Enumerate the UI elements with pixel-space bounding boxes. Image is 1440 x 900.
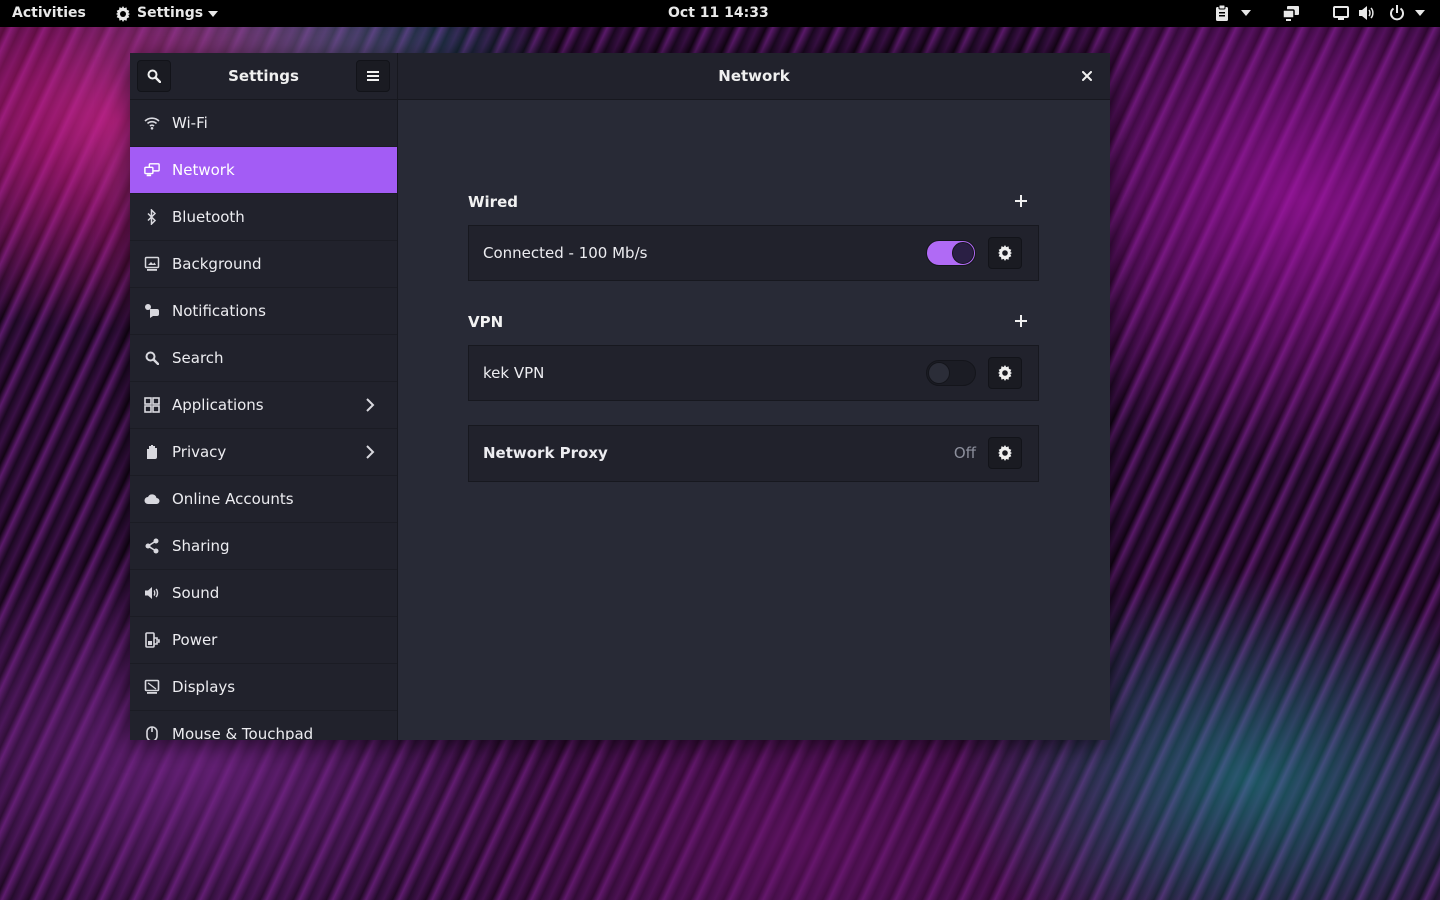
sidebar-item-bluetooth[interactable]: Bluetooth [130, 194, 397, 241]
sidebar-item-label: Network [172, 161, 235, 179]
gear-icon [997, 365, 1013, 381]
plus-icon [1015, 195, 1027, 207]
gear-icon [115, 5, 131, 22]
sidebar-item-label: Online Accounts [172, 490, 294, 508]
sidebar-item-power[interactable]: Power [130, 617, 397, 664]
sidebar-item-mouse-touchpad[interactable]: Mouse & Touchpad [130, 711, 397, 740]
vpn-settings-button[interactable] [988, 357, 1022, 389]
sidebar-item-label: Power [172, 631, 218, 649]
network-proxy-settings-button[interactable] [988, 437, 1022, 469]
caret-down-icon[interactable] [1240, 5, 1252, 21]
caret-down-icon [208, 10, 219, 17]
sidebar-item-displays[interactable]: Displays [130, 664, 397, 711]
sidebar-item-label: Displays [172, 678, 236, 696]
sidebar-item-label: Mouse & Touchpad [172, 725, 314, 740]
wired-section-title: Wired [468, 193, 518, 211]
chevron-right-icon [365, 444, 379, 460]
sidebar-item-label: Privacy [172, 443, 227, 461]
notifications-icon [144, 303, 160, 319]
gear-icon [997, 245, 1013, 261]
wired-connection-row: Connected - 100 Mb/s [468, 225, 1039, 281]
sidebar-item-label: Notifications [172, 302, 266, 320]
sidebar-item-label: Sharing [172, 537, 230, 555]
close-button[interactable] [1074, 66, 1100, 86]
network-proxy-status: Off [953, 444, 976, 462]
main-menu-button[interactable] [356, 60, 390, 92]
vpn-connection-row: kek VPN [468, 345, 1039, 401]
header-bar: Settings Network [130, 53, 1110, 100]
close-icon [1082, 71, 1092, 81]
display-icon [144, 679, 160, 695]
sidebar-item-label: Background [172, 255, 262, 273]
sidebar-item-background[interactable]: Background [130, 241, 397, 288]
plus-icon [1015, 315, 1027, 327]
sidebar-item-label: Search [172, 349, 224, 367]
wired-settings-button[interactable] [988, 237, 1022, 269]
wifi-icon [144, 115, 160, 131]
volume-icon[interactable] [1358, 5, 1376, 21]
toggle-knob [928, 362, 950, 384]
sidebar-header: Settings [130, 53, 398, 99]
sidebar-item-sound[interactable]: Sound [130, 570, 397, 617]
network-proxy-label: Network Proxy [483, 444, 608, 462]
vpn-section-title: VPN [468, 313, 504, 331]
power-icon[interactable] [1388, 5, 1406, 21]
sidebar: Wi-Fi Network Bluetooth Background Notif… [130, 100, 398, 740]
app-menu-button[interactable]: Settings [115, 0, 219, 27]
activities-button[interactable]: Activities [12, 0, 86, 27]
page-title: Network [718, 67, 790, 85]
network-proxy-row[interactable]: Network Proxy Off [468, 425, 1039, 482]
vpn-toggle[interactable] [926, 360, 976, 386]
background-icon [144, 256, 160, 272]
top-bar: Activities Settings Oct 11 14:33 [0, 0, 1440, 27]
applications-icon [144, 397, 160, 413]
sidebar-item-label: Bluetooth [172, 208, 245, 226]
sidebar-item-label: Sound [172, 584, 220, 602]
share-icon [144, 538, 160, 554]
vpn-name: kek VPN [483, 364, 545, 382]
screen-icon[interactable] [1332, 5, 1350, 21]
sidebar-title: Settings [228, 67, 299, 85]
hamburger-menu-icon [367, 71, 379, 81]
hand-icon [144, 444, 160, 460]
caret-down-icon[interactable] [1414, 5, 1426, 21]
bluetooth-icon [144, 209, 160, 225]
sidebar-item-notifications[interactable]: Notifications [130, 288, 397, 335]
search-icon [144, 350, 160, 366]
gear-icon [997, 445, 1013, 461]
network-icon [144, 162, 160, 178]
settings-window: Settings Network Wi-Fi Network Bluetooth… [130, 53, 1110, 740]
sidebar-item-wifi[interactable]: Wi-Fi [130, 100, 397, 147]
sidebar-item-search[interactable]: Search [130, 335, 397, 382]
toggle-knob [952, 242, 974, 264]
network-status-icon[interactable] [1282, 5, 1300, 21]
sidebar-item-applications[interactable]: Applications [130, 382, 397, 429]
sidebar-item-label: Applications [172, 396, 264, 414]
app-menu-label: Settings [137, 5, 204, 21]
sidebar-item-online-accounts[interactable]: Online Accounts [130, 476, 397, 523]
wired-status: Connected - 100 Mb/s [483, 244, 648, 262]
add-vpn-button[interactable] [1010, 310, 1032, 332]
speaker-icon [144, 585, 160, 601]
mouse-icon [144, 726, 160, 740]
chevron-right-icon [365, 397, 379, 413]
sidebar-item-sharing[interactable]: Sharing [130, 523, 397, 570]
wired-toggle[interactable] [926, 240, 976, 266]
search-icon [147, 69, 161, 83]
search-button[interactable] [137, 60, 171, 92]
add-wired-button[interactable] [1010, 190, 1032, 212]
cloud-icon [144, 491, 160, 507]
network-panel: Wired Connected - 100 Mb/s VPN kek VPN N… [398, 100, 1110, 740]
power-plug-icon [144, 632, 160, 648]
clipboard-icon[interactable] [1214, 5, 1230, 21]
sidebar-item-label: Wi-Fi [172, 114, 208, 132]
sidebar-item-network[interactable]: Network [130, 147, 397, 194]
clock[interactable]: Oct 11 14:33 [668, 0, 769, 27]
sidebar-item-privacy[interactable]: Privacy [130, 429, 397, 476]
